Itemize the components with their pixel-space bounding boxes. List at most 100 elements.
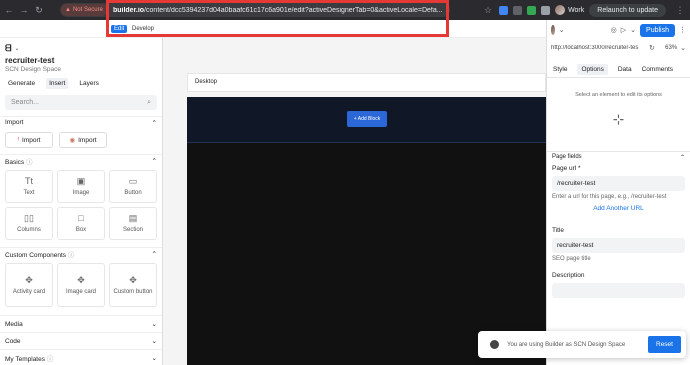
more-icon[interactable]: ⋮ xyxy=(674,5,686,16)
block-section[interactable]: ▤ Section xyxy=(109,207,157,240)
target-icon[interactable]: ◎ xyxy=(611,26,617,34)
play-icon[interactable]: ▷ xyxy=(621,26,626,34)
puzzle-icon[interactable] xyxy=(541,5,551,15)
templates-section-header[interactable]: My Templates ⓘ ⌄ xyxy=(0,349,162,365)
search-input[interactable]: Search... ⌕ xyxy=(5,95,157,110)
chevron-down-icon[interactable]: ⌄ xyxy=(630,26,636,34)
columns-icon: ▯▯ xyxy=(24,213,34,223)
device-label[interactable]: Desktop xyxy=(187,73,546,92)
extension-icon[interactable] xyxy=(499,5,509,15)
tile-label: Custom button xyxy=(113,288,153,295)
tab-insert[interactable]: Insert xyxy=(46,78,69,89)
chevron-down-icon: ⌄ xyxy=(151,321,157,328)
block-image[interactable]: ▣ Image xyxy=(57,170,105,203)
tile-label: Image xyxy=(72,190,90,196)
tile-label: Activity card xyxy=(12,288,46,295)
left-tabs: Generate Insert Layers xyxy=(0,73,162,89)
add-another-url-link[interactable]: Add Another URL xyxy=(547,200,690,212)
basics-grid: Tt Text ▣ Image ▭ Button ▯▯ Columns □ Box ▤ Se… xyxy=(0,166,162,244)
custom-title: Custom Components xyxy=(5,251,67,259)
block-box[interactable]: □ Box xyxy=(57,207,105,240)
extension-icon[interactable] xyxy=(513,5,523,15)
forward-icon[interactable]: → xyxy=(18,5,30,15)
media-section-header[interactable]: Media ⌄ xyxy=(0,315,162,332)
url-domain: builder.io xyxy=(112,6,145,14)
custom-components-header[interactable]: Custom Components ⓘ ⌃ xyxy=(0,247,162,259)
tab-comments[interactable]: Comments xyxy=(642,66,673,73)
security-indicator[interactable]: ▲ Not Secure xyxy=(61,4,107,16)
tab-develop[interactable]: Develop xyxy=(132,26,154,32)
back-icon[interactable]: ← xyxy=(3,5,15,15)
add-block-button[interactable]: + Add Block xyxy=(347,111,387,127)
title-label: Title xyxy=(552,227,565,234)
avatar xyxy=(555,5,566,15)
address-bar[interactable]: ▲ Not Secure builder.io/content/dcc53942… xyxy=(60,3,450,17)
page-url-input[interactable]: /recruiter-test xyxy=(552,176,685,191)
reset-button[interactable]: Reset xyxy=(648,336,681,353)
space-name: SCN Design Space xyxy=(5,66,61,73)
import-html-button[interactable]: ◉ Import xyxy=(59,132,107,148)
code-section-header[interactable]: Code ⌄ xyxy=(0,332,162,349)
section-title: Code xyxy=(5,337,21,345)
refresh-icon[interactable]: ↻ xyxy=(649,44,655,52)
chevron-up-icon: ⌃ xyxy=(151,250,157,258)
block-custom-button[interactable]: ✥ Custom button xyxy=(109,263,157,307)
hero-section[interactable]: + Add Block xyxy=(187,97,546,143)
section-title: Custom Components ⓘ xyxy=(5,249,74,259)
chevron-down-icon[interactable]: ⌄ xyxy=(559,26,565,34)
import-label: Import xyxy=(78,136,97,144)
extension-icon[interactable] xyxy=(527,5,537,15)
preview-url: http://localhost:3000/recruiter-tes xyxy=(551,45,639,51)
browser-toolbar: ← → ↻ ▲ Not Secure builder.io/content/dc… xyxy=(0,0,690,20)
button-icon: ▭ xyxy=(128,176,138,186)
publish-button[interactable]: Publish xyxy=(640,23,675,37)
import-section-header[interactable]: Import ⌃ xyxy=(0,116,162,128)
chevron-down-icon[interactable]: ⌄ xyxy=(680,44,686,52)
builder-logo-icon[interactable]: ᗺ xyxy=(5,43,12,54)
import-site-icon: ◉ xyxy=(69,137,76,144)
tab-edit[interactable]: Edit xyxy=(111,25,128,33)
relaunch-button[interactable]: Relaunch to update xyxy=(589,3,666,17)
chevron-up-icon: ⌃ xyxy=(679,155,685,161)
star-icon[interactable]: ☆ xyxy=(482,5,494,16)
chevron-up-icon: ⌃ xyxy=(151,119,157,127)
block-activity-card[interactable]: ✥ Activity card xyxy=(5,263,53,307)
url-text: builder.io/content/dcc5394237d04a0baafc6… xyxy=(113,7,443,14)
title-input[interactable]: recruiter-test xyxy=(552,238,685,253)
tile-label: Section xyxy=(122,227,143,233)
info-icon: ⓘ xyxy=(46,356,54,363)
tile-label: Text xyxy=(23,190,35,196)
user-icon xyxy=(490,340,499,349)
reload-icon[interactable]: ↻ xyxy=(33,5,45,16)
page-fields-header[interactable]: Page fields ⌃ xyxy=(547,152,690,161)
zoom-level[interactable]: 63% xyxy=(665,45,677,51)
tile-label: Button xyxy=(124,190,142,196)
right-toolbar: ⌄ ◎ ▷ ⌄ Publish ⋮ xyxy=(547,20,690,40)
info-icon: ⓘ xyxy=(25,158,33,166)
block-image-card[interactable]: ✥ Image card xyxy=(57,263,105,307)
tab-layers[interactable]: Layers xyxy=(76,78,102,89)
description-label: Description xyxy=(552,272,585,279)
search-icon: ⌕ xyxy=(147,98,151,106)
block-button[interactable]: ▭ Button xyxy=(109,170,157,203)
right-tabs: Style Options Data Comments xyxy=(547,62,690,78)
page-preview[interactable]: + Add Block xyxy=(187,97,546,365)
section-title: My Templates ⓘ xyxy=(5,353,53,363)
import-figma-button[interactable]: ᶠ Import xyxy=(5,132,53,148)
profile-button[interactable]: Work xyxy=(555,5,584,15)
block-columns[interactable]: ▯▯ Columns xyxy=(5,207,53,240)
space-toast: You are using Builder as SCN Design Spac… xyxy=(478,331,686,358)
block-text[interactable]: Tt Text xyxy=(5,170,53,203)
chevron-up-icon: ⌃ xyxy=(151,157,157,165)
basics-section-header[interactable]: Basics ⓘ ⌃ xyxy=(0,154,162,166)
avatar[interactable] xyxy=(551,25,555,35)
tab-data[interactable]: Data xyxy=(618,66,632,73)
more-icon[interactable]: ⋮ xyxy=(679,26,686,34)
description-input[interactable] xyxy=(552,283,685,298)
tab-options[interactable]: Options xyxy=(577,64,608,75)
preview-url-bar[interactable]: http://localhost:3000/recruiter-tes ↻ 63… xyxy=(547,40,690,56)
tab-generate[interactable]: Generate xyxy=(5,78,38,89)
chevron-down-icon[interactable]: ⌄ xyxy=(15,45,20,52)
tab-style[interactable]: Style xyxy=(553,66,567,73)
component-icon: ✥ xyxy=(129,274,137,285)
